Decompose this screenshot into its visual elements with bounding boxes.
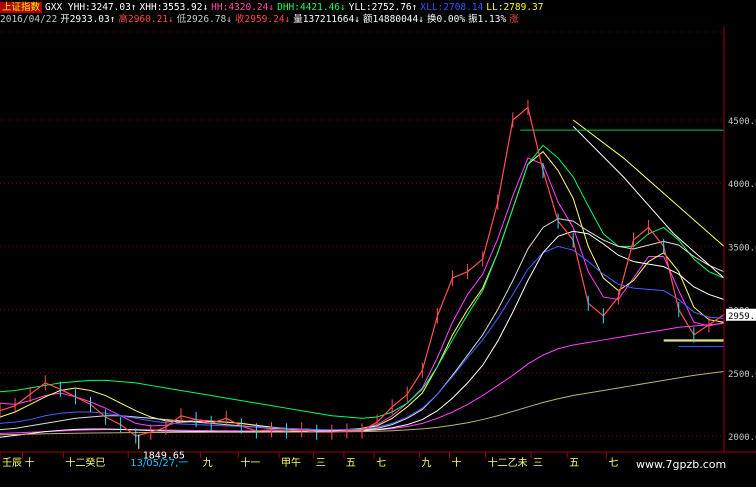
x-tick-label: 九 [203,457,213,469]
kline-chart[interactable]: 4500.004000.003500.003000.002500.002000.… [0,0,756,487]
x-axis: 壬辰十十二癸巳 13/05/27,一九十一 甲午三五七九十十二乙未三五七 [0,452,618,469]
y-tick-label: 4500.00 [728,117,756,127]
current-price-label: 2959.2 [728,312,756,322]
x-tick-label: 九 [421,457,431,469]
indicator-series-line [0,157,725,431]
indicator-series-line [0,230,725,438]
x-tick-label: 三 [316,458,326,469]
x-tick-label: 七 [608,457,618,469]
indicator-lines [0,119,725,438]
annotations: 1849.65 [138,434,185,462]
trend-line [572,125,725,279]
watermark: www.7gpzb.com [636,458,727,471]
x-tick-label: 十一 [240,456,260,469]
low-label: 1849.65 [143,451,185,462]
x-tick-label: 十 [451,456,461,469]
price-line [0,106,725,437]
x-tick-label: 十二乙未 [488,456,528,469]
indicator-series-line [0,323,725,434]
x-tick-label: 壬辰 [2,457,22,469]
x-tick-label: 十 [25,456,35,469]
x-tick-label: 五 [569,458,579,469]
x-tick-label: 五 [346,458,356,469]
y-tick-label: 3500.00 [728,243,756,253]
x-tick-label: 三 [533,458,543,469]
y-tick-label: 4000.00 [728,180,756,190]
y-tick-label: 2500.00 [728,370,756,380]
indicator-series-line [0,218,725,431]
x-tick-label: 十二癸巳 [65,456,105,469]
y-tick-label: 2000.00 [728,433,756,443]
y-axis: 4500.004000.003500.003000.002500.002000.… [723,26,756,452]
x-tick-label: 七 [376,457,386,469]
x-tick-label: 甲午 [281,456,301,469]
price-gridlines [0,31,756,453]
